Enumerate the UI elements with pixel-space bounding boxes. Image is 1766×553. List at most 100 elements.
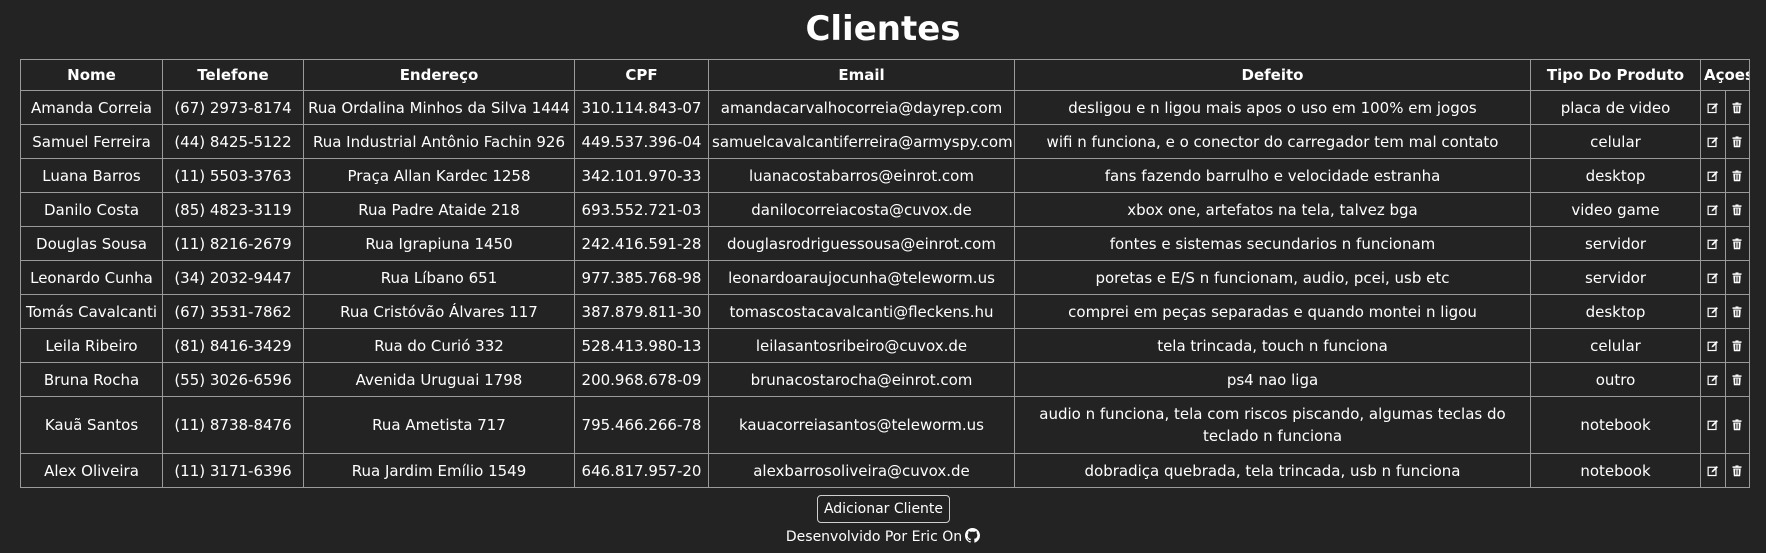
add-client-button[interactable]: Adicionar Cliente xyxy=(817,495,950,523)
cell-nome: Bruna Rocha xyxy=(20,362,163,397)
cell-defeito: ps4 nao liga xyxy=(1014,362,1531,397)
cell-nome: Douglas Sousa xyxy=(20,226,163,261)
table-row: Leila Ribeiro (81) 8416-3429 Rua do Curió … xyxy=(20,328,1750,363)
edit-icon[interactable] xyxy=(1702,296,1725,328)
cell-telefone: (11) 5503-3763 xyxy=(162,158,304,193)
column-header-nome: Nome xyxy=(20,59,163,91)
cell-defeito: dobradiça quebrada, tela trincada, usb n… xyxy=(1014,453,1531,488)
edit-icon[interactable] xyxy=(1702,92,1725,124)
table-row: Samuel Ferreira (44) 8425-5122 Rua Industr… xyxy=(20,124,1750,159)
edit-icon[interactable] xyxy=(1702,126,1725,158)
cell-cpf: 242.416.591-28 xyxy=(574,226,709,261)
cell-cpf: 200.968.678-09 xyxy=(574,362,709,397)
cell-endereco: Rua Igrapiuna 1450 xyxy=(303,226,575,261)
trash-icon[interactable] xyxy=(1724,295,1749,328)
cell-actions xyxy=(1700,192,1750,227)
cell-email: amandacarvalhocorreia@dayrep.com xyxy=(708,90,1015,125)
cell-nome: Luana Barros xyxy=(20,158,163,193)
table-row: Luana Barros (11) 5503-3763 Praça Allan Ka… xyxy=(20,158,1750,193)
cell-defeito: fans fazendo barrulho e velocidade estra… xyxy=(1014,158,1531,193)
table-row: Tomás Cavalcanti (67) 3531-7862 Rua Cristó… xyxy=(20,294,1750,329)
cell-tipo: servidor xyxy=(1530,260,1701,295)
edit-icon[interactable] xyxy=(1702,398,1725,453)
cell-telefone: (11) 8216-2679 xyxy=(162,226,304,261)
cell-defeito: audio n funciona, tela com riscos piscan… xyxy=(1014,396,1531,454)
footer: Desenvolvido Por Eric On xyxy=(0,527,1766,547)
cell-cpf: 693.552.721-03 xyxy=(574,192,709,227)
table-row: Alex Oliveira (11) 3171-6396 Rua Jardim Em… xyxy=(20,453,1750,488)
cell-nome: Danilo Costa xyxy=(20,192,163,227)
cell-tipo: desktop xyxy=(1530,294,1701,329)
cell-tipo: celular xyxy=(1530,328,1701,363)
cell-email: alexbarrosoliveira@cuvox.de xyxy=(708,453,1015,488)
cell-defeito: tela trincada, touch n funciona xyxy=(1014,328,1531,363)
trash-icon[interactable] xyxy=(1724,125,1749,158)
cell-nome: Alex Oliveira xyxy=(20,453,163,488)
cell-endereco: Avenida Uruguai 1798 xyxy=(303,362,575,397)
cell-email: douglasrodriguessousa@einrot.com xyxy=(708,226,1015,261)
cell-nome: Amanda Correia xyxy=(20,90,163,125)
cell-nome: Leonardo Cunha xyxy=(20,260,163,295)
edit-icon[interactable] xyxy=(1702,364,1725,396)
edit-icon[interactable] xyxy=(1702,194,1725,226)
cell-actions xyxy=(1700,226,1750,261)
edit-icon[interactable] xyxy=(1702,262,1725,294)
cell-email: danilocorreiacosta@cuvox.de xyxy=(708,192,1015,227)
edit-icon[interactable] xyxy=(1702,455,1725,487)
trash-icon[interactable] xyxy=(1724,363,1749,396)
trash-icon[interactable] xyxy=(1724,397,1749,453)
cell-telefone: (34) 2032-9447 xyxy=(162,260,304,295)
cell-tipo: notebook xyxy=(1530,453,1701,488)
footer-text: Desenvolvido Por Eric On xyxy=(785,529,963,545)
table-row: Amanda Correia (67) 2973-8174 Rua Ordalina… xyxy=(20,90,1750,125)
clients-table: Nome Telefone Endereço CPF Email Defeito… xyxy=(20,59,1750,488)
trash-icon[interactable] xyxy=(1724,227,1749,260)
cell-email: tomascostacavalcanti@fleckens.hu xyxy=(708,294,1015,329)
trash-icon[interactable] xyxy=(1724,454,1749,487)
cell-nome: Samuel Ferreira xyxy=(20,124,163,159)
cell-email: luanacostabarros@einrot.com xyxy=(708,158,1015,193)
trash-icon[interactable] xyxy=(1724,159,1749,192)
cell-telefone: (67) 3531-7862 xyxy=(162,294,304,329)
column-header-acoes: Açoes xyxy=(1700,59,1750,91)
cell-actions xyxy=(1700,362,1750,397)
cell-tipo: notebook xyxy=(1530,396,1701,454)
cell-cpf: 528.413.980-13 xyxy=(574,328,709,363)
cell-nome: Leila Ribeiro xyxy=(20,328,163,363)
trash-icon[interactable] xyxy=(1724,329,1749,362)
cell-cpf: 387.879.811-30 xyxy=(574,294,709,329)
cell-email: leilasantosribeiro@cuvox.de xyxy=(708,328,1015,363)
trash-icon[interactable] xyxy=(1724,91,1749,124)
cell-cpf: 795.466.266-78 xyxy=(574,396,709,454)
cell-telefone: (67) 2973-8174 xyxy=(162,90,304,125)
table-row: Kauã Santos (11) 8738-8476 Rua Ametista 71… xyxy=(20,396,1750,454)
column-header-email: Email xyxy=(708,59,1015,91)
cell-cpf: 977.385.768-98 xyxy=(574,260,709,295)
cell-nome: Tomás Cavalcanti xyxy=(20,294,163,329)
cell-email: brunacostarocha@einrot.com xyxy=(708,362,1015,397)
cell-tipo: desktop xyxy=(1530,158,1701,193)
cell-actions xyxy=(1700,294,1750,329)
cell-telefone: (11) 3171-6396 xyxy=(162,453,304,488)
trash-icon[interactable] xyxy=(1724,193,1749,226)
github-icon[interactable] xyxy=(962,528,981,545)
cell-tipo: servidor xyxy=(1530,226,1701,261)
table-row: Danilo Costa (85) 4823-3119 Rua Padre Atai… xyxy=(20,192,1750,227)
cell-defeito: wifi n funciona, e o conector do carrega… xyxy=(1014,124,1531,159)
cell-endereco: Rua Ametista 717 xyxy=(303,396,575,454)
edit-icon[interactable] xyxy=(1702,228,1725,260)
cell-endereco: Rua Líbano 651 xyxy=(303,260,575,295)
cell-cpf: 646.817.957-20 xyxy=(574,453,709,488)
edit-icon[interactable] xyxy=(1702,330,1725,362)
cell-tipo: placa de video xyxy=(1530,90,1701,125)
table-row: Leonardo Cunha (34) 2032-9447 Rua Líbano 6… xyxy=(20,260,1750,295)
trash-icon[interactable] xyxy=(1724,261,1749,294)
cell-cpf: 310.114.843-07 xyxy=(574,90,709,125)
cell-defeito: desligou e n ligou mais apos o uso em 10… xyxy=(1014,90,1531,125)
cell-defeito: fontes e sistemas secundarios n funciona… xyxy=(1014,226,1531,261)
cell-cpf: 449.537.396-04 xyxy=(574,124,709,159)
cell-actions xyxy=(1700,158,1750,193)
edit-icon[interactable] xyxy=(1702,160,1725,192)
cell-endereco: Rua Ordalina Minhos da Silva 1444 xyxy=(303,90,575,125)
table-header-row: Nome Telefone Endereço CPF Email Defeito… xyxy=(20,59,1750,91)
